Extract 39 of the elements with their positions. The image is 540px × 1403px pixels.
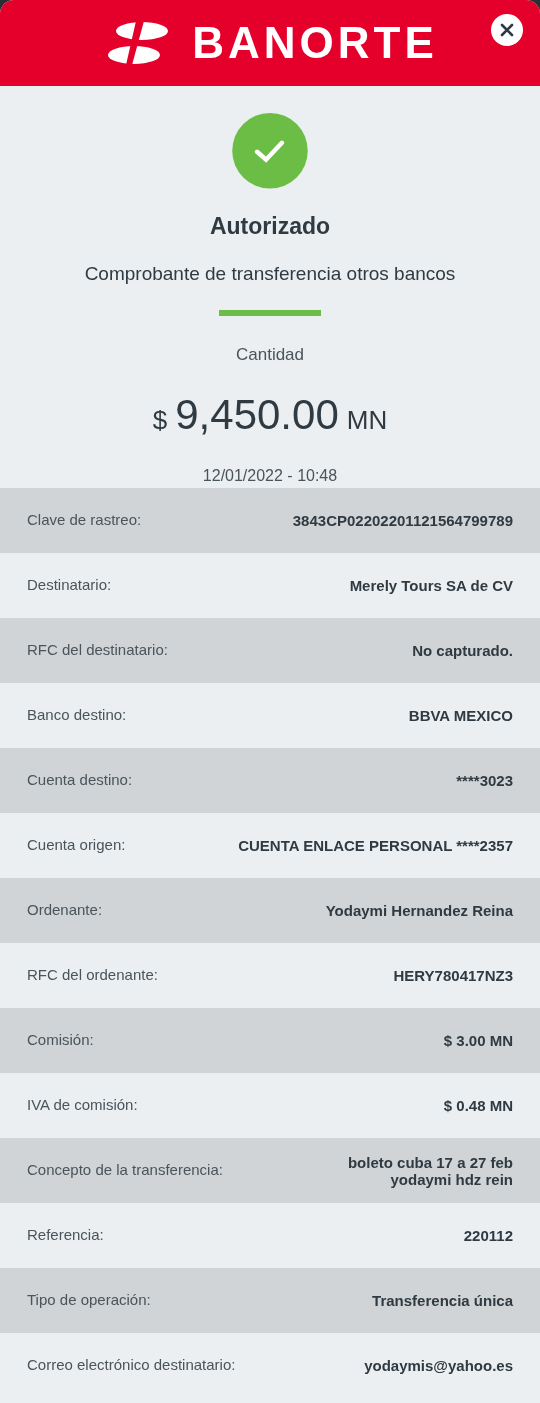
detail-label: Referencia: xyxy=(27,1225,104,1246)
detail-label: Concepto de la transferencia: xyxy=(27,1160,223,1181)
detail-value: ****3023 xyxy=(456,772,513,789)
close-button[interactable] xyxy=(491,14,523,46)
detail-label: Banco destino: xyxy=(27,705,127,726)
detail-value: $ 3.00 MN xyxy=(443,1032,513,1049)
detail-label: RFC del destinatario: xyxy=(27,640,168,661)
success-check-icon xyxy=(232,113,308,189)
detail-value: Yodaymi Hernandez Reina xyxy=(325,902,513,919)
detail-label: Cuenta origen: xyxy=(27,835,126,856)
status-title: Autorizado xyxy=(209,211,331,241)
detail-value: CUENTA ENLACE PERSONAL ****2357 xyxy=(238,837,513,854)
detail-label: Tipo de operación: xyxy=(27,1290,151,1311)
currency-symbol: $ xyxy=(152,404,168,437)
currency-code: MN xyxy=(346,404,388,437)
detail-value: 220112 xyxy=(463,1227,513,1244)
receipt-title: Comprobante de transferencia otros bancos xyxy=(84,262,456,287)
detail-label: Correo electrónico destinatario: xyxy=(27,1355,236,1376)
close-icon xyxy=(500,23,514,37)
detail-value: HERY780417NZ3 xyxy=(393,967,513,984)
transaction-datetime: 12/01/2022 - 10:48 xyxy=(202,466,338,486)
detail-label: Clave de rastreo: xyxy=(27,510,142,531)
detail-value: 3843CP02202201121564799789 xyxy=(292,512,513,529)
amount-value: 9,450.00 xyxy=(175,390,339,440)
brand-name: BANORTE xyxy=(192,21,438,65)
detail-label: Ordenante: xyxy=(27,900,103,921)
detail-value: yodaymis@yahoo.es xyxy=(364,1357,513,1374)
amount-label: Cantidad xyxy=(235,343,305,366)
detail-value: boleto cuba 17 a 27 feb yodaymi hdz rein xyxy=(346,1153,513,1188)
detail-value: No capturado. xyxy=(412,642,513,659)
detail-label: RFC del ordenante: xyxy=(27,965,158,986)
detail-label: Destinatario: xyxy=(27,575,112,596)
detail-label: IVA de comisión: xyxy=(27,1095,138,1116)
detail-value: BBVA MEXICO xyxy=(408,707,513,724)
detail-label: Cuenta destino: xyxy=(27,770,133,791)
detail-value: Merely Tours SA de CV xyxy=(349,577,513,594)
detail-value: Transferencia única xyxy=(372,1292,513,1309)
detail-value: $ 0.48 MN xyxy=(443,1097,513,1114)
detail-label: Comisión: xyxy=(27,1030,94,1051)
